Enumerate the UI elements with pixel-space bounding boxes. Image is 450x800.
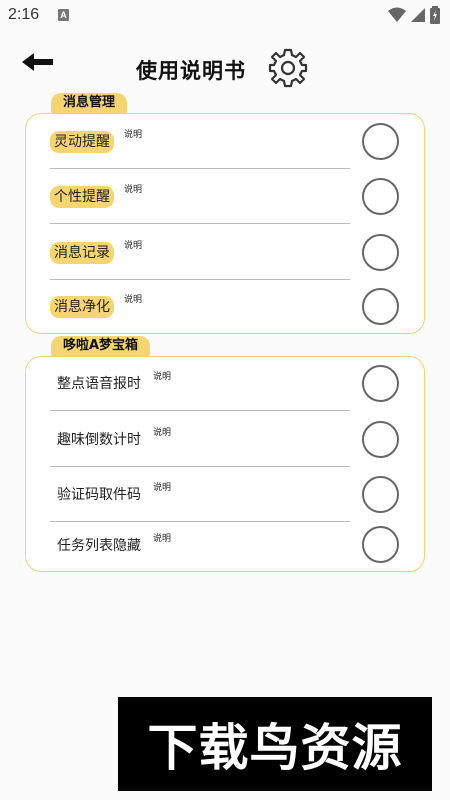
gear-icon[interactable] — [267, 47, 309, 89]
notification-a-icon: A — [58, 9, 69, 21]
row-label: 灵动提醒 — [50, 131, 114, 153]
wifi-icon — [388, 7, 406, 22]
page-title: 使用说明书 — [136, 59, 246, 83]
row-dynamic-reminder: 灵动提醒 说明 — [50, 130, 370, 187]
row-personal-reminder: 个性提醒 说明 — [50, 185, 370, 242]
row-label: 消息净化 — [50, 296, 114, 318]
battery-icon — [430, 6, 440, 24]
row-note-link[interactable]: 说明 — [124, 182, 142, 195]
row-hide-task-list: 任务列表隐藏 说明 — [53, 534, 373, 591]
status-bar: 2:16 A — [0, 0, 450, 30]
section-tag-doraemon-box: 哆啦A梦宝箱 — [51, 336, 151, 356]
row-label: 趣味倒数计时 — [57, 432, 141, 448]
row-note-link[interactable]: 说明 — [124, 292, 142, 305]
row-note-link[interactable]: 说明 — [153, 369, 171, 382]
back-arrow-icon[interactable] — [20, 50, 56, 74]
toggle-dynamic-reminder[interactable] — [362, 123, 399, 160]
row-note-link[interactable]: 说明 — [124, 127, 142, 140]
toggle-message-log[interactable] — [362, 234, 399, 271]
row-label: 任务列表隐藏 — [57, 538, 141, 554]
row-note-link[interactable]: 说明 — [153, 425, 171, 438]
row-note-link[interactable]: 说明 — [153, 480, 171, 493]
toggle-fun-countdown[interactable] — [362, 421, 399, 458]
status-time: 2:16 — [8, 6, 40, 23]
divider — [50, 168, 350, 169]
divider — [50, 521, 350, 522]
toggle-hide-task-list[interactable] — [362, 526, 399, 563]
row-verification-pickup-code: 验证码取件码 说明 — [53, 483, 373, 540]
divider — [50, 279, 350, 280]
watermark-banner: 下载鸟资源 — [118, 697, 432, 791]
row-label: 验证码取件码 — [57, 487, 141, 503]
toggle-message-purify[interactable] — [362, 288, 399, 325]
row-label: 消息记录 — [50, 242, 114, 264]
row-fun-countdown: 趣味倒数计时 说明 — [53, 428, 373, 485]
row-message-log: 消息记录 说明 — [50, 241, 370, 298]
section-tag-message-management: 消息管理 — [51, 93, 128, 113]
row-hourly-chime: 整点语音报时 说明 — [53, 372, 373, 429]
toggle-verification-pickup-code[interactable] — [362, 476, 399, 513]
watermark-text: 下载鸟资源 — [147, 719, 403, 777]
divider — [50, 466, 350, 467]
row-label: 整点语音报时 — [57, 376, 141, 392]
divider — [50, 410, 350, 411]
toggle-personal-reminder[interactable] — [362, 178, 399, 215]
row-note-link[interactable]: 说明 — [124, 238, 142, 251]
row-label: 个性提醒 — [50, 186, 114, 208]
divider — [50, 223, 350, 224]
toggle-hourly-chime[interactable] — [362, 365, 399, 402]
cellular-signal-icon — [411, 8, 425, 22]
row-note-link[interactable]: 说明 — [153, 531, 171, 544]
status-icons — [388, 6, 440, 24]
